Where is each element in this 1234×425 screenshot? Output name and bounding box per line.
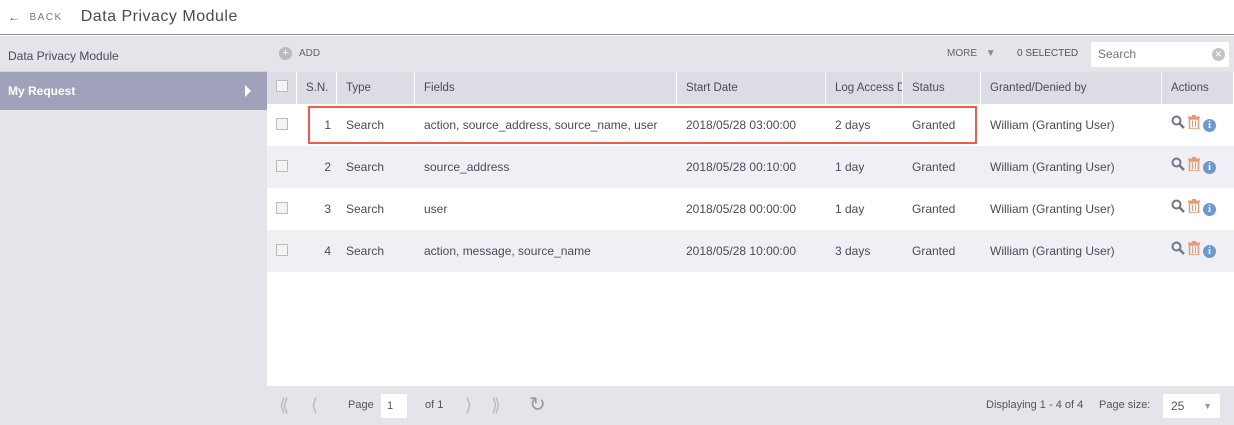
page-title: Data Privacy Module [80, 8, 238, 25]
first-page-icon[interactable]: ⟪ [279, 386, 289, 425]
cell-granted-by: William (Granting User) [990, 118, 1115, 132]
row-checkbox[interactable] [276, 160, 288, 173]
cell-granted-by: William (Granting User) [990, 202, 1115, 216]
page-size-label: Page size: [1099, 399, 1151, 411]
refresh-icon[interactable]: ↻ [529, 386, 546, 425]
selected-count: 0 SELECTED [1017, 48, 1079, 59]
page-of-label: of 1 [425, 399, 444, 411]
page-label: Page [348, 399, 374, 411]
column-header[interactable]: Status [903, 72, 981, 104]
cell-sn: 4 [324, 244, 331, 258]
table-row[interactable]: 3 Search user 2018/05/28 00:00:00 1 day … [267, 188, 1234, 230]
chevron-down-icon: ▼ [985, 48, 996, 59]
search-icon[interactable] [1171, 188, 1185, 230]
column-header[interactable]: Fields [415, 72, 677, 104]
back-button[interactable]: ← BACK [8, 10, 63, 24]
cell-status: Granted [912, 202, 956, 216]
info-icon[interactable]: i [1203, 244, 1216, 258]
page-size-value: 25 [1171, 399, 1185, 413]
cell-fields: action, source_address, source_name, use… [424, 118, 658, 132]
search-input[interactable] [1091, 42, 1229, 67]
cell-type: Search [346, 244, 385, 258]
next-page-icon[interactable]: ⟩ [465, 386, 472, 425]
column-header[interactable]: Log Access D [826, 72, 903, 104]
sidebar-item-label: My Request [8, 84, 76, 98]
cell-fields: source_address [424, 160, 510, 174]
sidebar-heading: Data Privacy Module [0, 36, 267, 72]
cell-status: Granted [912, 118, 956, 132]
cell-start-date: 2018/05/28 00:10:00 [686, 160, 797, 174]
column-header: Actions [1162, 72, 1234, 104]
search-icon[interactable] [1171, 230, 1185, 272]
cell-fields: user [424, 202, 448, 216]
cell-granted-by: William (Granting User) [990, 160, 1115, 174]
table-row[interactable]: 4 Search action, message, source_name 20… [267, 230, 1234, 272]
info-icon[interactable]: i [1203, 160, 1216, 174]
row-checkbox[interactable] [276, 202, 288, 215]
more-dropdown[interactable]: MORE ▼ [947, 48, 996, 59]
clear-icon[interactable]: ✕ [1212, 48, 1225, 61]
select-all-checkbox[interactable] [276, 80, 288, 93]
plus-circle-icon: + [279, 47, 292, 60]
cell-log-access: 1 day [835, 160, 865, 174]
cell-granted-by: William (Granting User) [990, 244, 1115, 258]
info-icon[interactable]: i [1203, 202, 1216, 216]
cell-log-access: 3 days [835, 244, 871, 258]
trash-icon[interactable] [1188, 188, 1200, 230]
trash-icon[interactable] [1188, 104, 1200, 146]
cell-sn: 2 [324, 160, 331, 174]
table-row[interactable]: 1 Search action, source_address, source_… [267, 104, 1234, 146]
trash-icon[interactable] [1188, 146, 1200, 188]
main-panel: + ADD MORE ▼ 0 SELECTED ✕ S.N. Type Field… [267, 36, 1234, 425]
caret-right-icon [245, 85, 251, 97]
top-bar: ← BACK Data Privacy Module [0, 0, 1234, 35]
cell-start-date: 2018/05/28 00:00:00 [686, 202, 797, 216]
cell-type: Search [346, 202, 385, 216]
column-header[interactable]: S.N. [297, 72, 337, 104]
column-header[interactable]: Type [337, 72, 415, 104]
cell-type: Search [346, 160, 385, 174]
cell-sn: 1 [324, 118, 331, 132]
last-page-icon[interactable]: ⟫ [491, 386, 501, 425]
pagination-bar: ⟪ ⟨ Page 1 of 1 ⟩ ⟫ ↻ Displaying 1 - 4 o… [267, 386, 1234, 425]
page-size-select[interactable]: 25 ▼ [1163, 394, 1220, 418]
table-header: S.N. Type Fields Start Date Log Access D… [267, 72, 1234, 104]
info-icon[interactable]: i [1203, 118, 1216, 132]
cell-type: Search [346, 118, 385, 132]
trash-icon[interactable] [1188, 230, 1200, 272]
toolbar: + ADD MORE ▼ 0 SELECTED ✕ [267, 36, 1234, 72]
table-row[interactable]: 2 Search source_address 2018/05/28 00:10… [267, 146, 1234, 188]
cell-log-access: 2 days [835, 118, 871, 132]
search-icon[interactable] [1171, 146, 1185, 188]
column-header[interactable]: Start Date [677, 72, 826, 104]
search-icon[interactable] [1171, 104, 1185, 146]
column-header[interactable]: Granted/Denied by [981, 72, 1162, 104]
cell-fields: action, message, source_name [424, 244, 591, 258]
cell-start-date: 2018/05/28 03:00:00 [686, 118, 797, 132]
row-checkbox[interactable] [276, 244, 288, 257]
cell-log-access: 1 day [835, 202, 865, 216]
back-label: BACK [29, 11, 63, 23]
add-button[interactable]: + ADD [279, 47, 320, 60]
add-label: ADD [299, 48, 321, 59]
sidebar-item-my-request[interactable]: My Request [0, 72, 267, 110]
cell-start-date: 2018/05/28 10:00:00 [686, 244, 797, 258]
arrow-left-icon: ← [8, 10, 22, 24]
cell-status: Granted [912, 244, 956, 258]
row-checkbox[interactable] [276, 118, 288, 131]
more-label: MORE [947, 48, 977, 59]
page-input[interactable]: 1 [381, 394, 407, 418]
cell-sn: 3 [324, 202, 331, 216]
displaying-info: Displaying 1 - 4 of 4 [986, 399, 1084, 411]
cell-status: Granted [912, 160, 956, 174]
prev-page-icon[interactable]: ⟨ [311, 386, 318, 425]
chevron-down-icon: ▼ [1203, 401, 1212, 411]
sidebar: Data Privacy Module My Request [0, 36, 267, 425]
